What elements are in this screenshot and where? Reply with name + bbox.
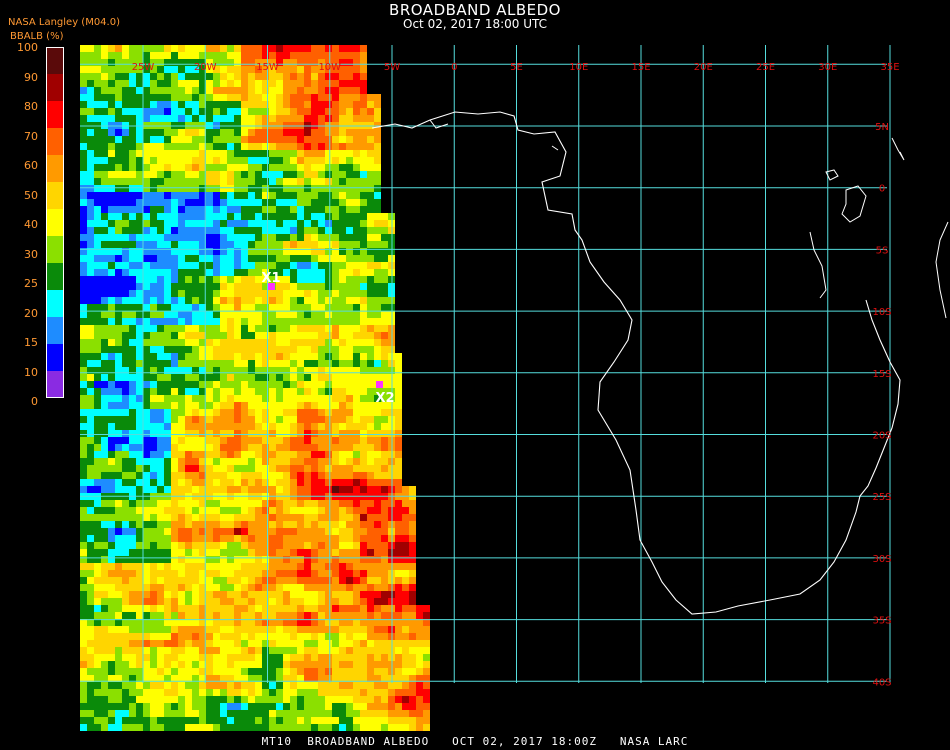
lat-label-40S: 40S xyxy=(872,677,891,688)
marker-x1-label: X1 xyxy=(261,271,280,286)
footer-caption: MT10 BROADBAND ALBEDO OCT 02, 2017 18:00… xyxy=(261,735,689,748)
lat-label-25S: 25S xyxy=(872,492,891,503)
lon-label-25W: 25W xyxy=(132,62,155,73)
lon-label-15W: 15W xyxy=(256,62,279,73)
lon-label-0: 0 xyxy=(451,62,457,73)
lon-label-20E: 20E xyxy=(694,62,713,73)
lat-label-5S: 5S xyxy=(876,245,889,256)
lat-label-0: 0 xyxy=(879,184,885,195)
lat-label-30S: 30S xyxy=(872,554,891,565)
lon-label-10W: 10W xyxy=(318,62,341,73)
lon-label-30E: 30E xyxy=(818,62,837,73)
lat-label-15S: 15S xyxy=(872,369,891,380)
lat-label-10S: 10S xyxy=(872,307,891,318)
marker-x2-label: X2 xyxy=(375,391,394,406)
lat-label-5N: 5N xyxy=(875,122,889,133)
lon-label-5W: 5W xyxy=(384,62,400,73)
albedo-map: 25W 20W 15W 10W 5W 0 5E 10E 15E 20E 25E 30E 35E 5N 0 5S… xyxy=(80,45,949,731)
lon-label-35E: 35E xyxy=(880,62,899,73)
lon-label-10E: 10E xyxy=(569,62,588,73)
lon-label-25E: 25E xyxy=(756,62,775,73)
albedo-map-page: BROADBAND ALBEDO Oct 02, 2017 18:00 UTC … xyxy=(0,0,950,750)
lon-label-5E: 5E xyxy=(510,62,523,73)
lon-label-15E: 15E xyxy=(631,62,650,73)
lat-label-20S: 20S xyxy=(872,431,891,442)
lat-label-35S: 35S xyxy=(872,616,891,627)
marker-x2-point xyxy=(376,381,383,388)
lon-label-20W: 20W xyxy=(194,62,217,73)
